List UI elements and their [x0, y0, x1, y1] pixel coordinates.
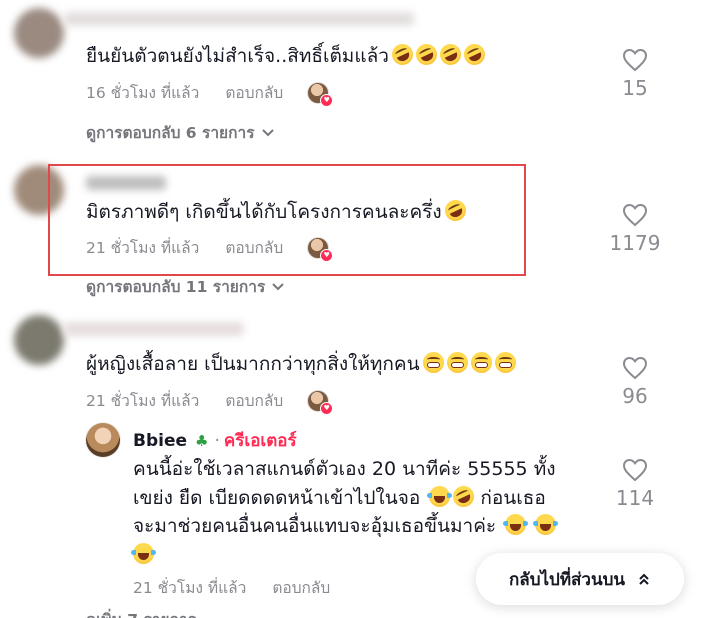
creator-header: Bbiee ♣ · ครีเอเตอร์ [133, 427, 297, 454]
comment-text: ยืนยันตัวตนยังไม่สำเร็จ..สิทธิ์เต็มแล้ว [86, 40, 489, 70]
separator-dot: · [214, 430, 220, 451]
chevron-down-icon [261, 128, 274, 136]
reply-button[interactable]: ตอบกลับ [225, 80, 283, 105]
highlight-annotation-box [48, 164, 526, 276]
like-button[interactable]: 1179 [595, 203, 675, 255]
like-count: 15 [622, 76, 648, 100]
like-count: 96 [622, 384, 648, 408]
heart-badge-icon: ♥ [320, 93, 334, 107]
creator-name[interactable]: Bbiee [133, 431, 187, 451]
chevron-down-icon [272, 282, 285, 290]
like-button[interactable]: 15 [595, 48, 675, 100]
heart-outline-icon [622, 48, 648, 72]
rofl-emoji-icon [388, 40, 417, 69]
commenter-avatar[interactable] [14, 8, 64, 58]
creator-avatar[interactable] [85, 422, 121, 458]
view-replies-label: ดูการตอบกลับ 6 รายการ [86, 124, 255, 142]
grin-emoji-icon [446, 352, 468, 373]
view-replies-button[interactable]: ดูการตอบกลับ 11 รายการ [86, 274, 285, 299]
commenter-name[interactable] [64, 12, 414, 26]
creator-liked-avatar: ♥ [307, 81, 334, 107]
reply-line: เขย่ง ยืด เบียดดดดหน้าเข้าไปในจอ ก่อนเธอ [133, 482, 603, 513]
reply-button[interactable]: ตอบกลับ [272, 575, 330, 600]
like-button[interactable]: 96 [595, 356, 675, 408]
comments-panel: ยืนยันตัวตนยังไม่สำเร็จ..สิทธิ์เต็มแล้ว … [0, 0, 702, 618]
creator-liked-avatar: ♥ [307, 389, 334, 415]
tears-of-joy-emoji-icon [533, 514, 559, 535]
creator-tag: ครีเอเตอร์ [223, 431, 297, 451]
creator-reply-meta: 21 ชั่วโมง ที่แล้ว ตอบกลับ [133, 575, 354, 600]
grin-emoji-icon [494, 352, 516, 373]
comment-meta: 21 ชั่วโมง ที่แล้ว ตอบกลับ ♥ [86, 388, 334, 415]
reply-button[interactable]: ตอบกลับ [225, 388, 283, 413]
tears-of-joy-emoji-icon [131, 542, 156, 564]
rofl-emoji-icon [460, 40, 489, 69]
back-to-top-button[interactable]: กลับไปที่ส่วนบน [476, 553, 684, 605]
comment-text: ผู้หญิงเสื้อลาย เป็นมากกว่าทุกสิ่งให้ทุก… [86, 350, 516, 378]
clover-icon: ♣ [195, 431, 209, 450]
grin-emoji-icon [470, 352, 492, 373]
view-replies-button[interactable]: ดูการตอบกลับ 6 รายการ [86, 120, 275, 145]
comment-meta: 16 ชั่วโมง ที่แล้ว ตอบกลับ ♥ [86, 80, 334, 107]
heart-outline-icon [622, 356, 648, 380]
tears-of-joy-emoji-icon [503, 514, 529, 535]
grin-emoji-icon [422, 352, 444, 373]
double-chevron-up-icon [639, 573, 649, 585]
comment-time: 21 ชั่วโมง ที่แล้ว [86, 392, 200, 410]
tears-of-joy-emoji-icon [427, 485, 453, 507]
view-replies-label: ดูการตอบกลับ 11 รายการ [86, 278, 266, 296]
heart-outline-icon [622, 458, 648, 482]
reply-line: คนนี้อ่ะใช้เวลาสแกนด์ตัวเอง 20 นาทีค่ะ 5… [133, 458, 556, 480]
comment-time: 16 ชั่วโมง ที่แล้ว [86, 84, 200, 102]
rofl-emoji-icon [412, 40, 441, 69]
heart-badge-icon: ♥ [320, 401, 334, 415]
rofl-emoji-icon [436, 40, 465, 69]
heart-outline-icon [622, 203, 648, 227]
like-button[interactable]: 114 [595, 458, 675, 510]
reply-time: 21 ชั่วโมง ที่แล้ว [133, 579, 247, 597]
like-count: 114 [615, 486, 655, 510]
back-to-top-label: กลับไปที่ส่วนบน [508, 569, 625, 590]
reply-line: จะมาช่วยคนอื่นคนอื่นแทบจะอุ้มเธอขึ้นมาค่… [133, 512, 603, 541]
view-more-replies-button[interactable]: ดูเพิ่ม 7 รายการ [86, 607, 196, 618]
creator-reply-text: คนนี้อ่ะใช้เวลาสแกนด์ตัวเอง 20 นาทีค่ะ 5… [131, 455, 603, 569]
like-count: 1179 [609, 231, 661, 255]
commenter-name[interactable] [64, 322, 244, 336]
commenter-avatar[interactable] [14, 315, 64, 365]
rofl-emoji-icon [449, 482, 478, 510]
